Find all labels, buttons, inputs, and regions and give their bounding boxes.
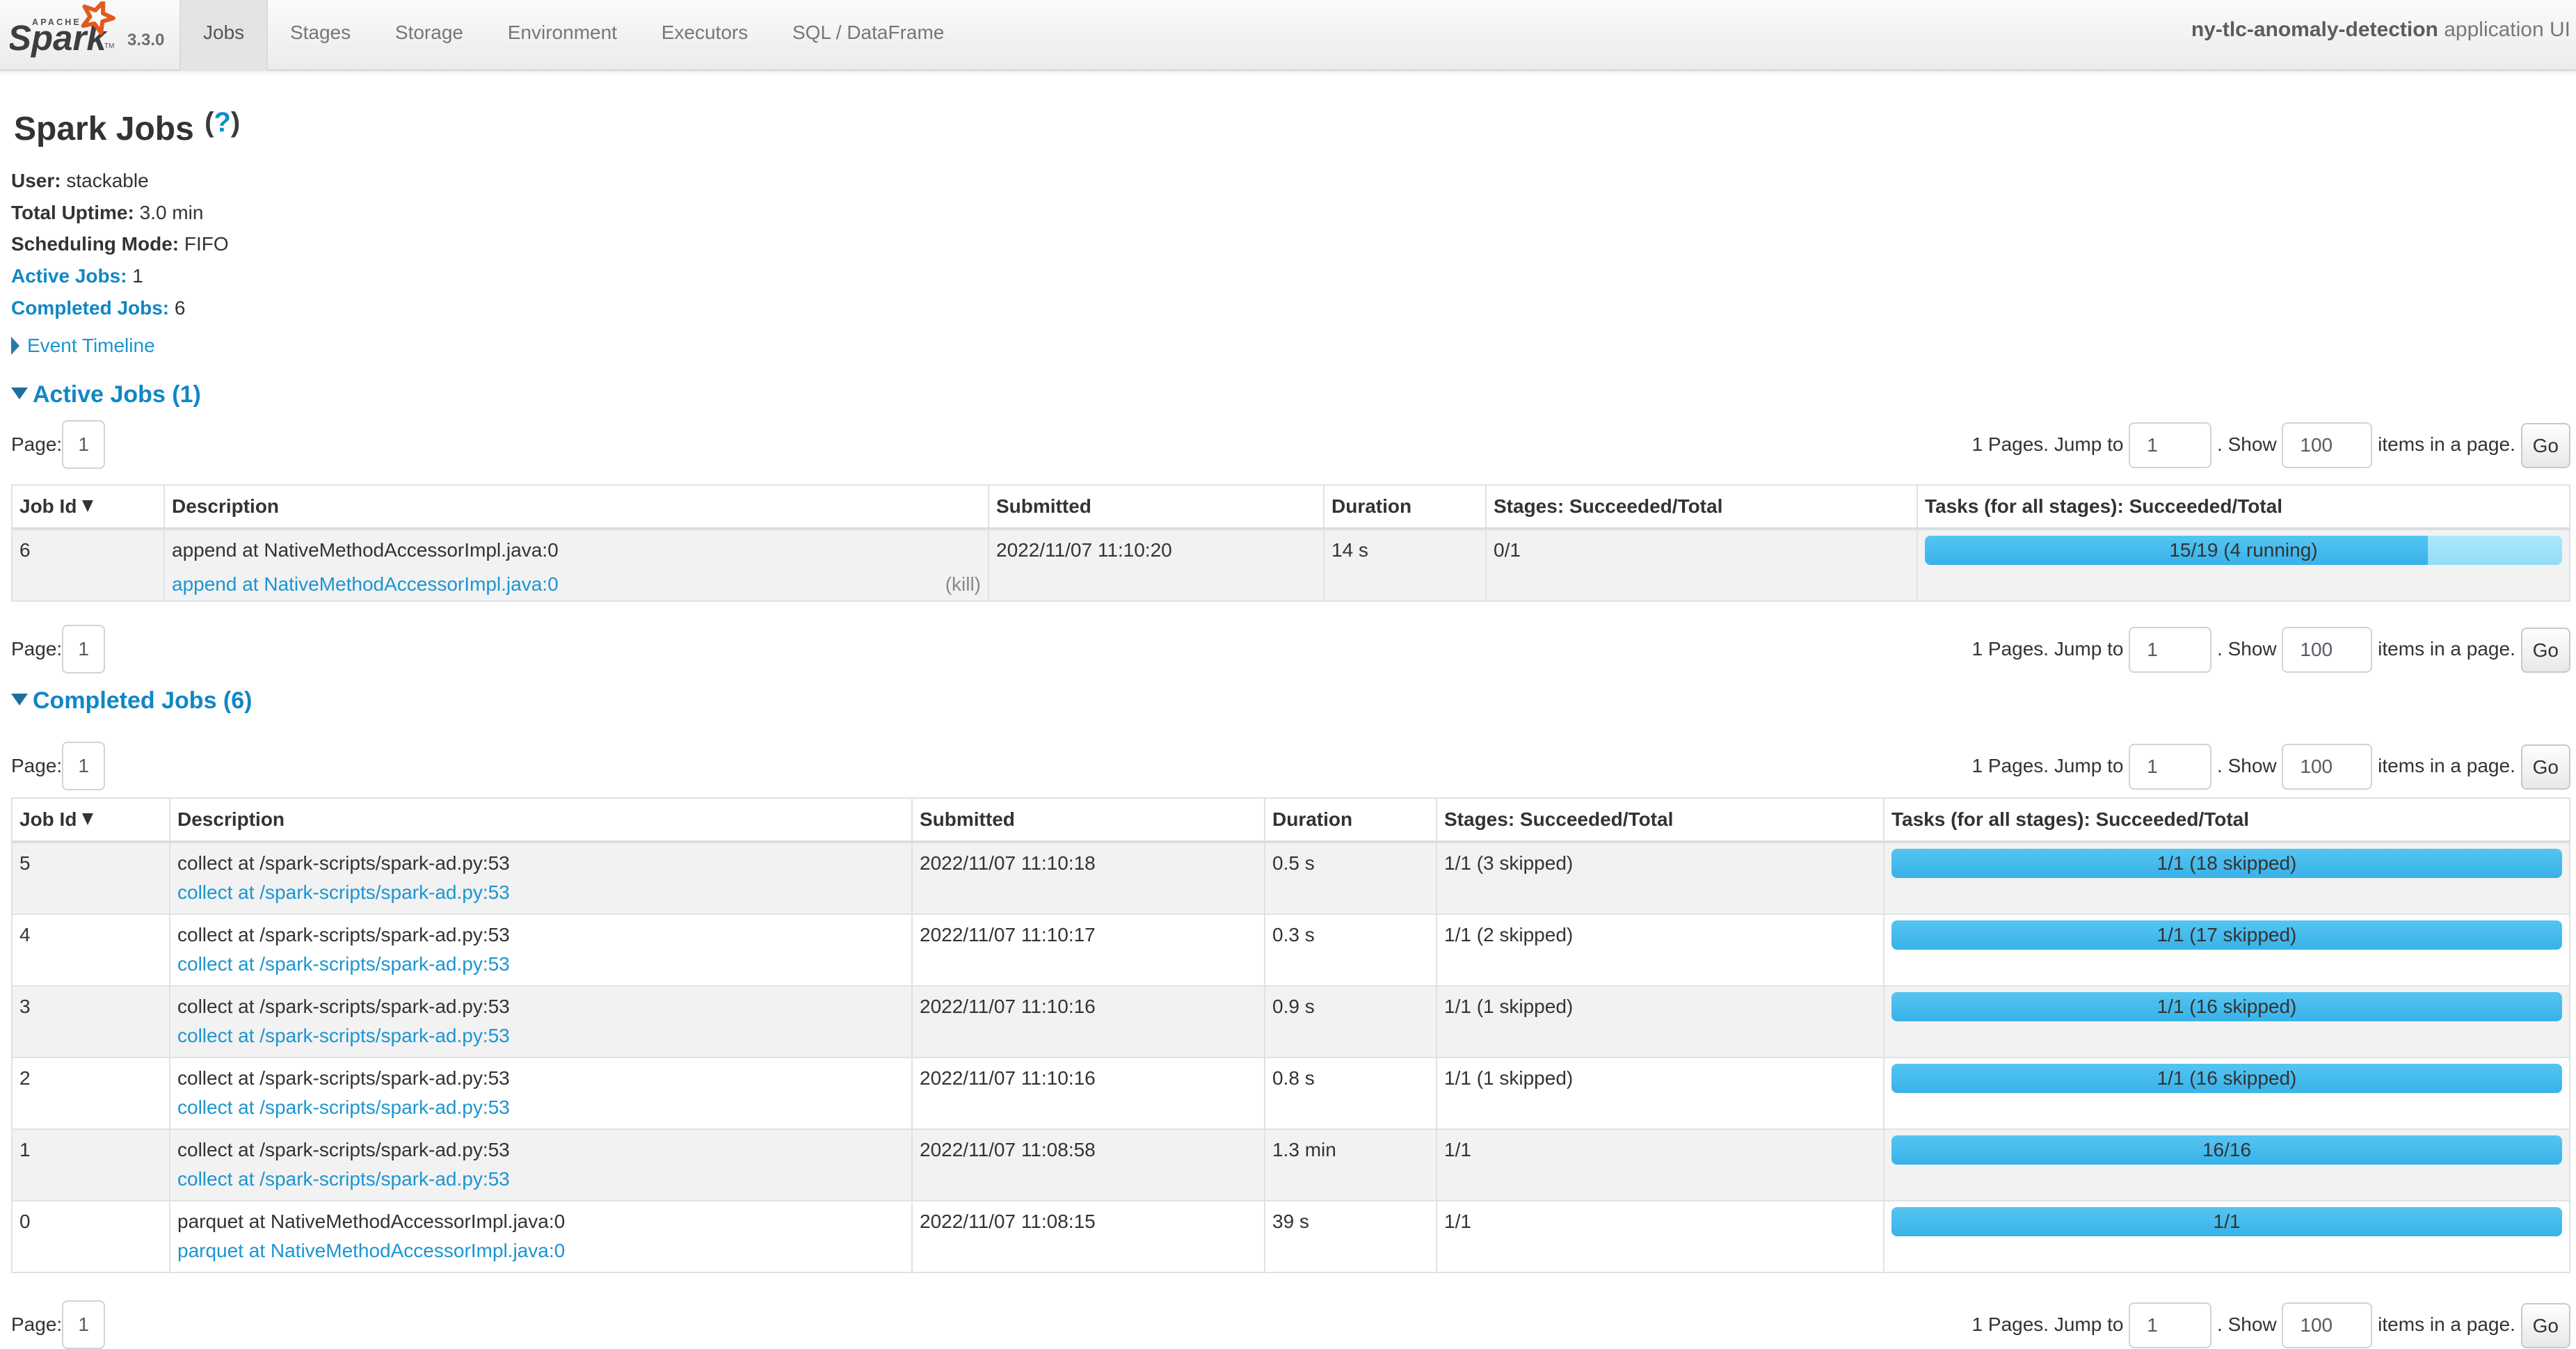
svg-text:TM: TM [104,42,114,50]
